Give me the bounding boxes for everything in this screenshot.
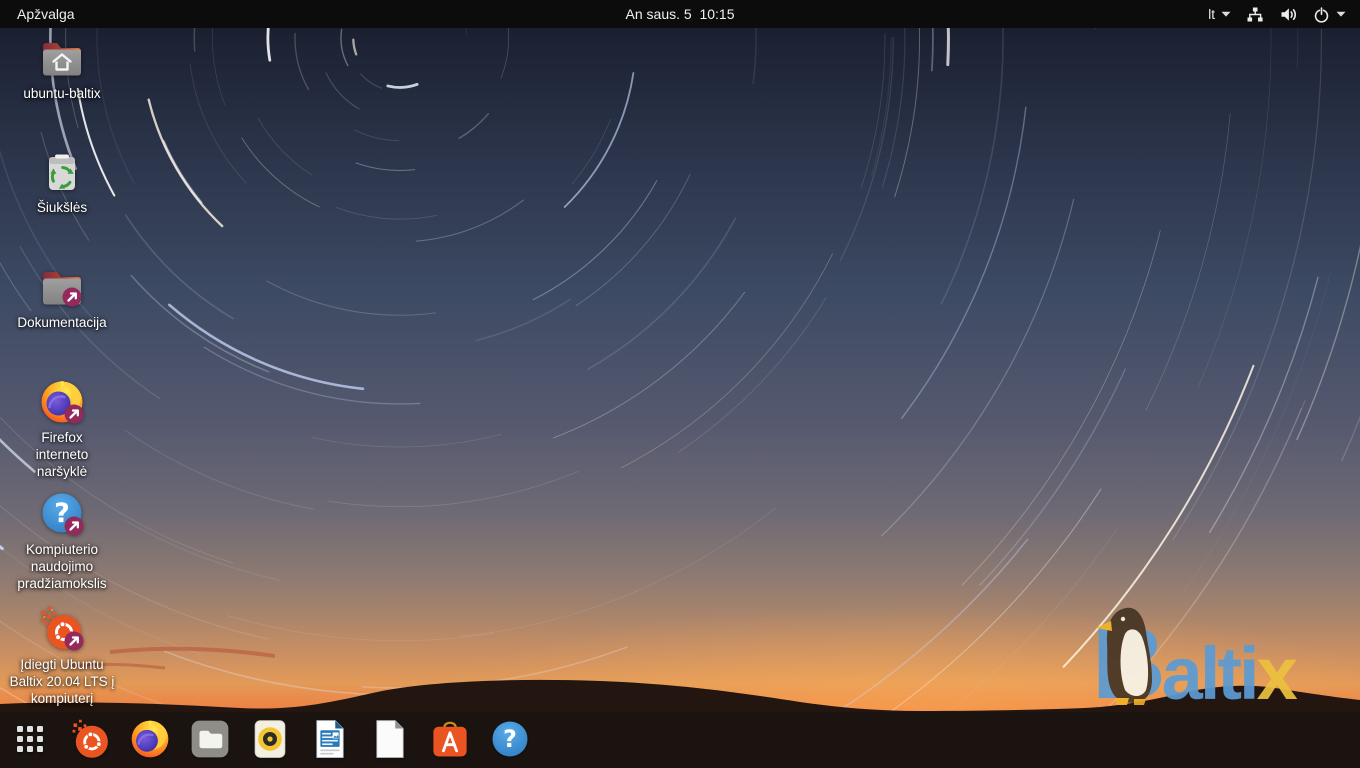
logo-letters-alti: alti bbox=[1162, 641, 1257, 708]
desktop-icon-help[interactable]: ? Kompiuterio naudojimo pradžiamokslis bbox=[4, 490, 120, 592]
help-icon: ? bbox=[489, 718, 531, 763]
desktop-icon-label: Kompiuterio naudojimo pradžiamokslis bbox=[6, 541, 118, 592]
firefox-icon bbox=[129, 718, 171, 763]
desktop-icon-documentation[interactable]: Dokumentacija bbox=[4, 263, 120, 331]
desktop-screen: Baltix Apžvalga An saus. 5 10:15 lt bbox=[0, 0, 1360, 768]
baltix-logo: Baltix bbox=[1092, 596, 1350, 708]
system-menu-button[interactable] bbox=[1313, 6, 1346, 23]
desktop-icon-install-ubuntu-baltix[interactable]: Įdiegti Ubuntu Baltix 20.04 LTS į kompiu… bbox=[4, 605, 120, 707]
dock-libreoffice-writer-button[interactable] bbox=[308, 712, 352, 768]
libreoffice-writer-icon bbox=[309, 718, 351, 763]
dock-help-button[interactable]: ? bbox=[488, 712, 532, 768]
ubuntu-software-icon bbox=[429, 718, 471, 763]
ubuntu-installer-link-icon bbox=[38, 605, 86, 653]
clock-button[interactable]: An saus. 5 10:15 bbox=[626, 6, 735, 22]
rhythmbox-icon bbox=[249, 718, 291, 763]
volume-icon[interactable] bbox=[1279, 6, 1298, 23]
system-status-area: lt bbox=[1208, 0, 1360, 28]
chevron-down-icon bbox=[1221, 11, 1231, 17]
file-manager-icon bbox=[189, 718, 231, 763]
app-grid-icon bbox=[15, 724, 45, 757]
help-link-icon: ? bbox=[38, 490, 86, 538]
desktop-icon-trash[interactable]: Šiukšlės bbox=[4, 148, 120, 216]
keyboard-layout-button[interactable]: lt bbox=[1208, 7, 1231, 22]
activities-button[interactable]: Apžvalga bbox=[0, 0, 92, 28]
chevron-down-icon bbox=[1336, 11, 1346, 17]
top-bar: Apžvalga An saus. 5 10:15 lt bbox=[0, 0, 1360, 28]
desktop-icon-firefox[interactable]: Firefox interneto naršyklė bbox=[4, 378, 120, 480]
desktop-icon-label: ubuntu-baltix bbox=[23, 85, 100, 102]
desktop-icon-label: Įdiegti Ubuntu Baltix 20.04 LTS į kompiu… bbox=[4, 656, 120, 707]
desktop-icon-label: Dokumentacija bbox=[17, 314, 106, 331]
baltix-menu-icon bbox=[68, 717, 112, 764]
desktop-icon-ubuntu-baltix[interactable]: ubuntu-baltix bbox=[4, 34, 120, 102]
dock-show-applications-button[interactable] bbox=[8, 712, 52, 768]
network-wired-icon[interactable] bbox=[1246, 6, 1264, 23]
firefox-link-icon bbox=[38, 378, 86, 426]
home-folder-icon bbox=[38, 34, 86, 82]
dock-baltix-menu-button[interactable] bbox=[68, 712, 112, 768]
dock-firefox-button[interactable] bbox=[128, 712, 172, 768]
libreoffice-start-center-icon bbox=[369, 718, 411, 763]
dock-ubuntu-software-button[interactable] bbox=[428, 712, 472, 768]
dock-rhythmbox-button[interactable] bbox=[248, 712, 292, 768]
dock-files-button[interactable] bbox=[188, 712, 232, 768]
power-icon bbox=[1313, 6, 1330, 23]
dock: ? bbox=[0, 712, 1360, 768]
svg-text:?: ? bbox=[503, 724, 517, 752]
folder-link-icon bbox=[38, 263, 86, 311]
dock-libreoffice-button[interactable] bbox=[368, 712, 412, 768]
desktop-icon-label: Šiukšlės bbox=[37, 199, 87, 216]
penguin-icon bbox=[1094, 602, 1174, 706]
trash-icon bbox=[38, 148, 86, 196]
desktop-icon-label: Firefox interneto naršyklė bbox=[20, 429, 104, 480]
keyboard-layout-label: lt bbox=[1208, 7, 1215, 22]
logo-letter-x: x bbox=[1257, 641, 1298, 708]
